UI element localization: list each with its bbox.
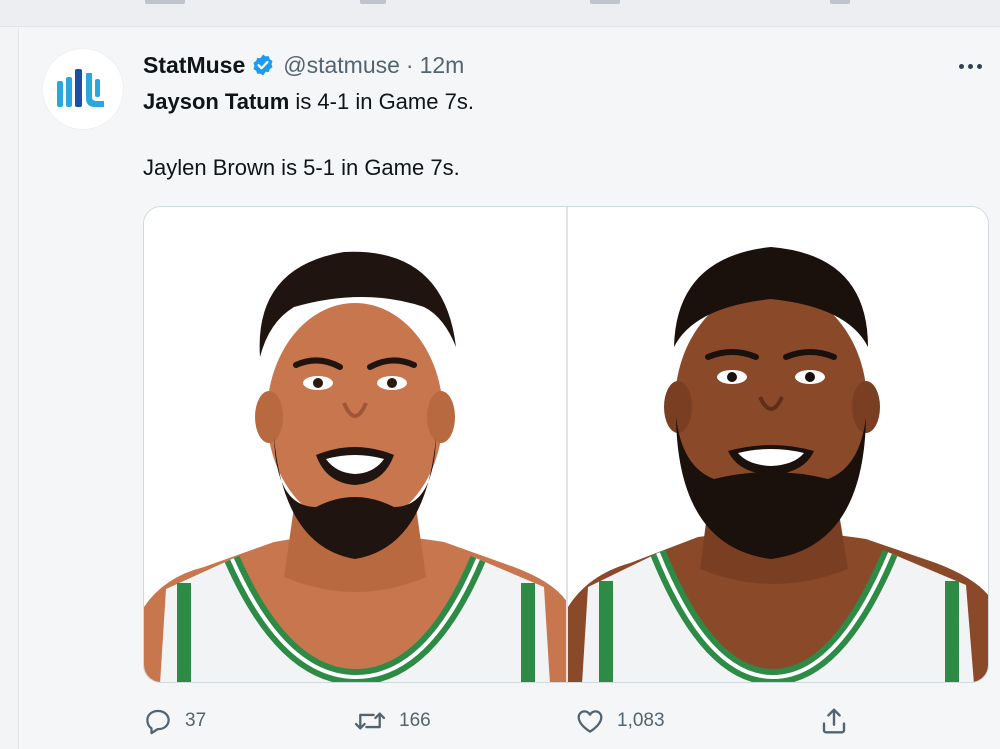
statmuse-logo-icon (57, 69, 104, 107)
display-name[interactable]: StatMuse (143, 52, 245, 79)
retweet-count: 166 (399, 710, 431, 731)
retweet-icon (354, 712, 386, 730)
tweet-header: StatMuse @statmuse · 12m (143, 50, 464, 80)
cropped-icon (145, 0, 185, 4)
reply-count: 37 (185, 710, 207, 731)
more-dot-icon (977, 63, 982, 69)
tweet-text-line1: Jayson Tatum is 4-1 in Game 7s. (143, 88, 963, 116)
share-button[interactable] (819, 703, 849, 739)
tweet-actions: 37 166 1,083 (143, 703, 989, 739)
reply-button[interactable]: 37 (143, 703, 206, 739)
retweet-button[interactable]: 166 (353, 703, 431, 739)
cropped-icon (830, 0, 850, 4)
reply-icon (146, 709, 170, 735)
more-options-button[interactable] (959, 58, 989, 74)
player-illustration-tatum (144, 251, 566, 682)
tweet-text: Jayson Tatum is 4-1 in Game 7s. Jaylen B… (143, 88, 963, 182)
heart-icon (577, 710, 603, 733)
more-dot-icon (968, 63, 973, 69)
tweet-text-line1-rest: is 4-1 in Game 7s. (289, 89, 474, 114)
share-icon (822, 708, 846, 734)
cropped-icon (590, 0, 620, 4)
more-dot-icon (959, 63, 964, 69)
tweet-card[interactable]: StatMuse @statmuse · 12m Jayson Tatum is… (18, 28, 1000, 749)
cropped-icon (360, 0, 386, 4)
tweet-text-line2: Jaylen Brown is 5-1 in Game 7s. (143, 155, 460, 180)
media-grid (143, 206, 989, 683)
media-image-brown[interactable] (566, 207, 988, 682)
tweet-mention: Jayson Tatum (143, 89, 290, 114)
avatar[interactable] (43, 49, 123, 129)
like-count: 1,083 (617, 710, 665, 731)
separator-dot: · (405, 51, 414, 78)
verified-badge-icon (253, 54, 273, 76)
user-handle[interactable]: @statmuse (283, 52, 400, 79)
top-strip (0, 0, 1000, 27)
media-image-tatum[interactable] (144, 207, 566, 682)
tweet-timestamp[interactable]: 12m (420, 52, 465, 79)
player-illustration-brown (568, 247, 988, 682)
like-button[interactable]: 1,083 (575, 703, 665, 739)
